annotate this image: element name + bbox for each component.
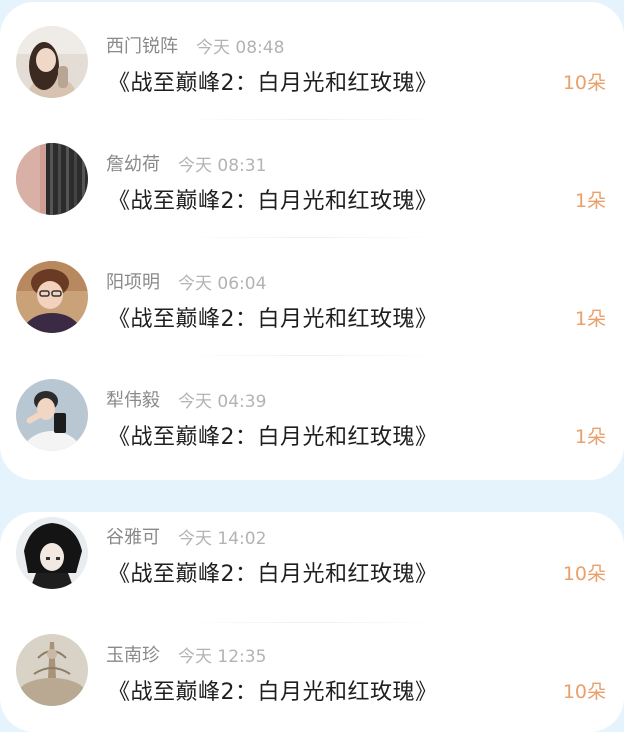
item-meta: 犁伟毅 今天 04:39: [106, 386, 266, 412]
gift-list-item[interactable]: 犁伟毅 今天 04:39 《战至巅峰2：白月光和红玫瑰》 1朵: [0, 356, 624, 474]
anime-character-icon: [16, 517, 88, 589]
username[interactable]: 犁伟毅: [106, 386, 160, 412]
item-meta: 谷雅可 今天 14:02: [106, 523, 266, 549]
item-meta: 阳项明 今天 06:04: [106, 268, 266, 294]
curtain-icon: [16, 143, 88, 215]
avatar[interactable]: [16, 517, 88, 589]
item-meta: 詹幼荷 今天 08:31: [106, 150, 266, 176]
painting-icon: [16, 634, 88, 706]
username[interactable]: 谷雅可: [106, 523, 160, 549]
gift-list-item[interactable]: 玉南珍 今天 12:35 《战至巅峰2：白月光和红玫瑰》 10朵: [0, 622, 624, 732]
gift-count: 1朵: [574, 308, 606, 330]
username[interactable]: 阳项明: [106, 268, 160, 294]
man-portrait-icon: [16, 261, 88, 333]
book-title[interactable]: 《战至巅峰2：白月光和红玫瑰》: [108, 674, 438, 706]
gift-list-item[interactable]: 西门锐阵 今天 08:48 《战至巅峰2：白月光和红玫瑰》 10朵: [0, 2, 624, 120]
book-title[interactable]: 《战至巅峰2：白月光和红玫瑰》: [108, 183, 438, 215]
username[interactable]: 詹幼荷: [106, 150, 160, 176]
gift-count: 1朵: [574, 190, 606, 212]
gift-list-item[interactable]: 谷雅可 今天 14:02 《战至巅峰2：白月光和红玫瑰》 10朵: [0, 512, 624, 630]
timestamp: 今天 08:48: [196, 37, 285, 58]
timestamp: 今天 06:04: [178, 273, 267, 294]
gift-count: 10朵: [562, 681, 606, 703]
timestamp: 今天 14:02: [178, 528, 267, 549]
book-title[interactable]: 《战至巅峰2：白月光和红玫瑰》: [108, 65, 438, 97]
woman-portrait-icon: [16, 26, 88, 98]
book-title[interactable]: 《战至巅峰2：白月光和红玫瑰》: [108, 301, 438, 333]
username[interactable]: 玉南珍: [106, 641, 160, 667]
item-meta: 西门锐阵 今天 08:48: [106, 32, 284, 58]
gift-list-item[interactable]: 詹幼荷 今天 08:31 《战至巅峰2：白月光和红玫瑰》 1朵: [0, 120, 624, 238]
book-title[interactable]: 《战至巅峰2：白月光和红玫瑰》: [108, 419, 438, 451]
gift-count: 10朵: [562, 72, 606, 94]
gift-list-card: 谷雅可 今天 14:02 《战至巅峰2：白月光和红玫瑰》 10朵 玉南珍 今天 …: [0, 512, 624, 732]
gift-list-card: 西门锐阵 今天 08:48 《战至巅峰2：白月光和红玫瑰》 10朵 詹幼荷 今天…: [0, 2, 624, 480]
avatar[interactable]: [16, 261, 88, 333]
book-title[interactable]: 《战至巅峰2：白月光和红玫瑰》: [108, 556, 438, 588]
gift-list-item[interactable]: 阳项明 今天 06:04 《战至巅峰2：白月光和红玫瑰》 1朵: [0, 238, 624, 356]
timestamp: 今天 12:35: [178, 646, 267, 667]
avatar[interactable]: [16, 26, 88, 98]
gift-count: 1朵: [574, 426, 606, 448]
avatar[interactable]: [16, 143, 88, 215]
item-meta: 玉南珍 今天 12:35: [106, 641, 266, 667]
avatar[interactable]: [16, 634, 88, 706]
selfie-icon: [16, 379, 88, 451]
username[interactable]: 西门锐阵: [106, 32, 178, 58]
timestamp: 今天 04:39: [178, 391, 267, 412]
timestamp: 今天 08:31: [178, 155, 267, 176]
gift-count: 10朵: [562, 563, 606, 585]
avatar[interactable]: [16, 379, 88, 451]
